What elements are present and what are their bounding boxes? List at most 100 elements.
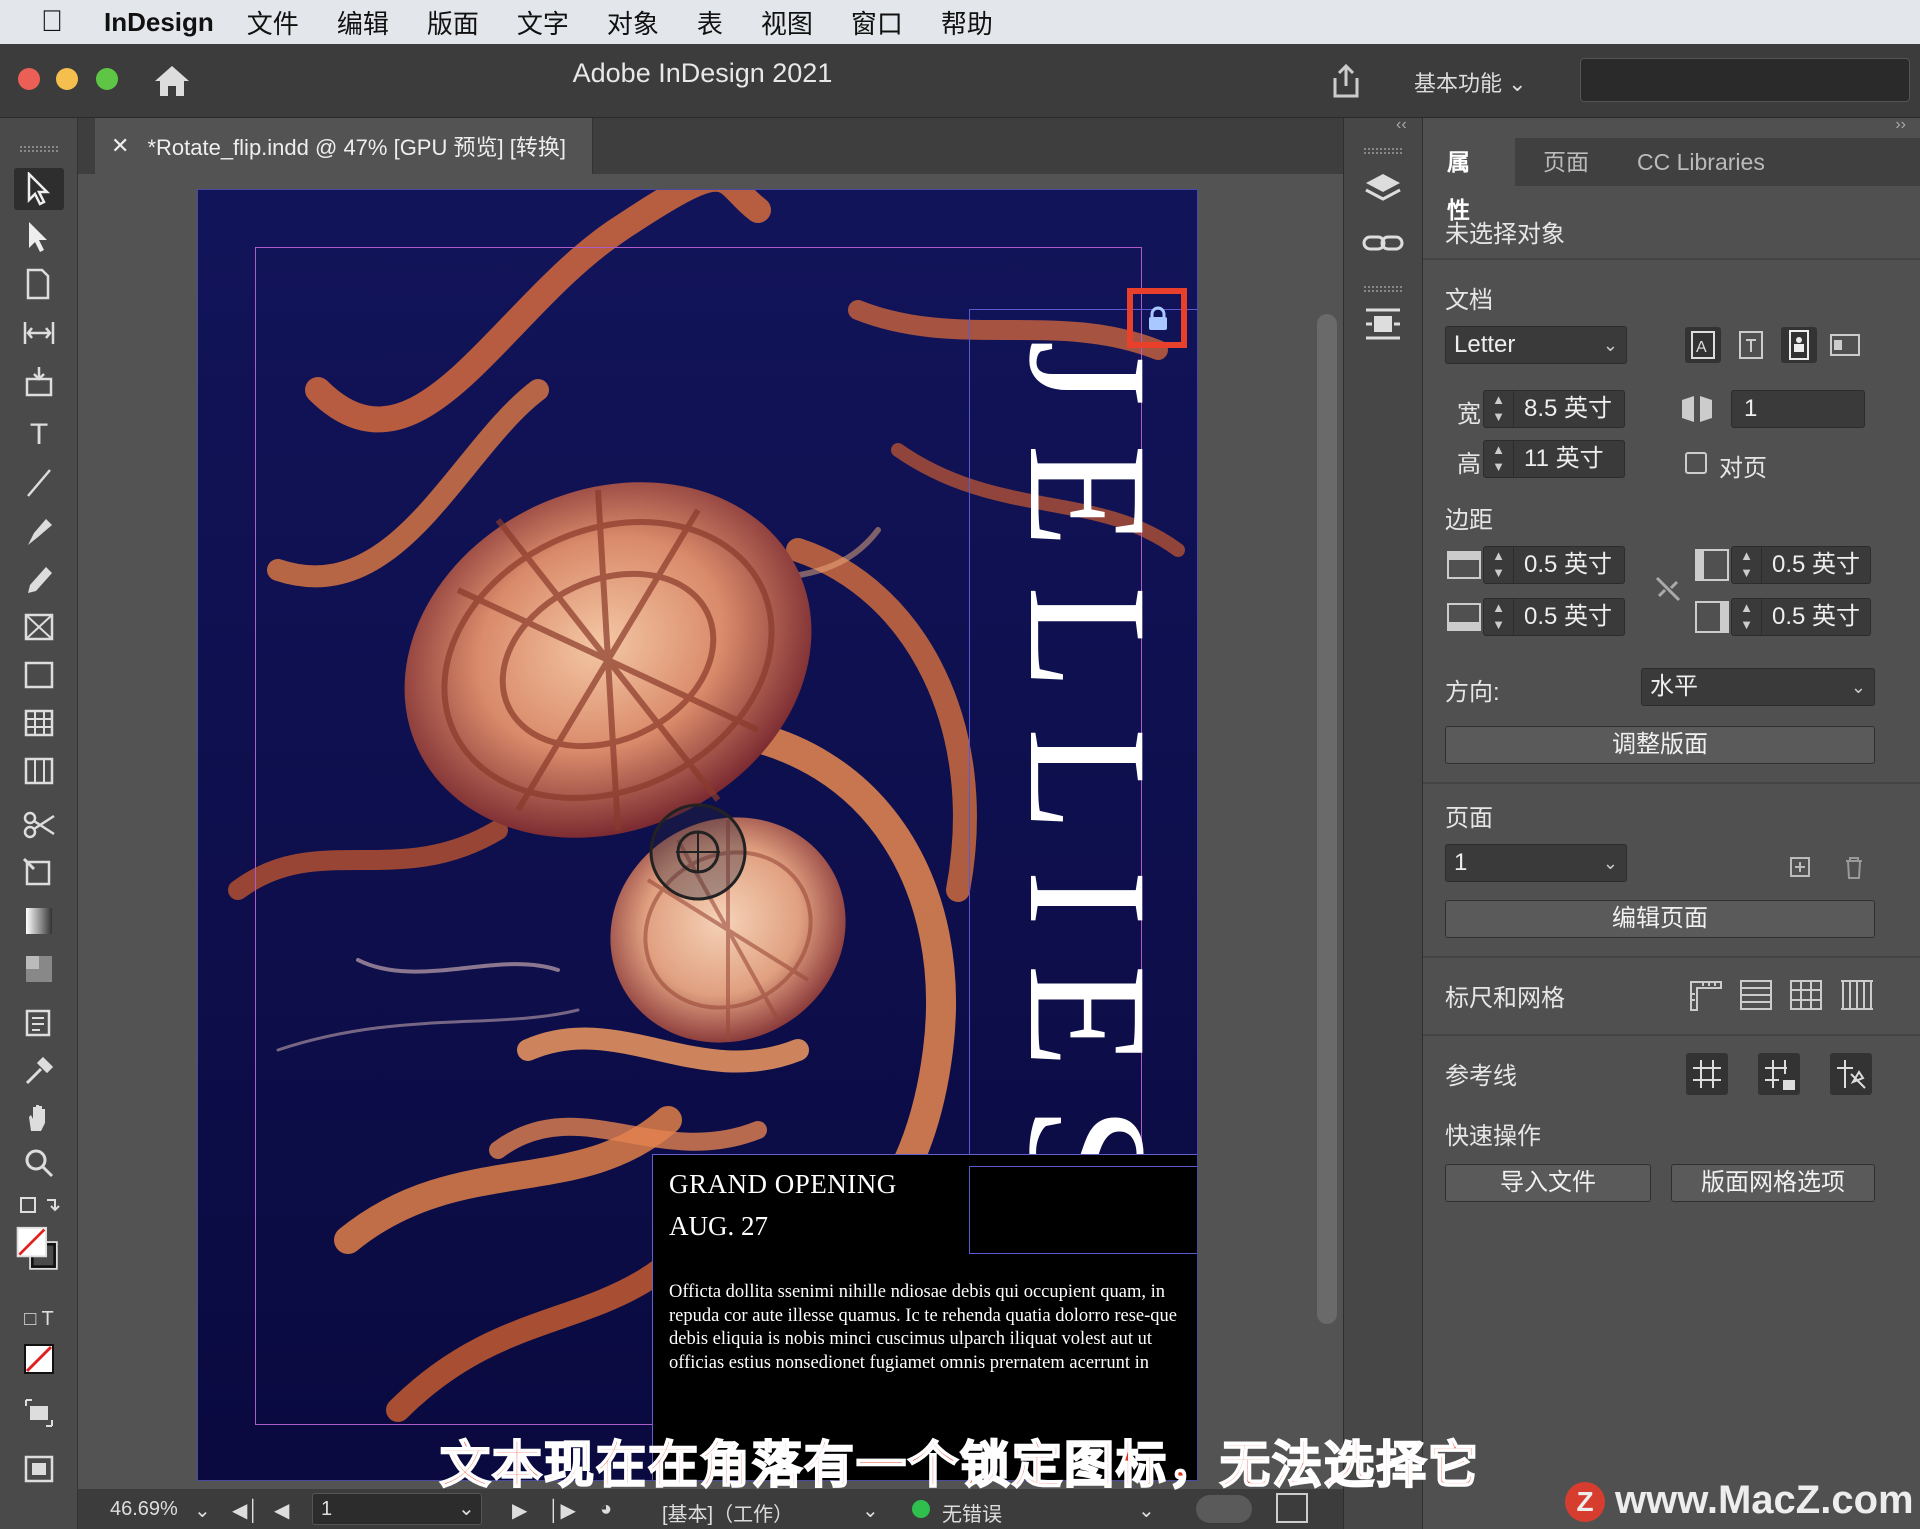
pen-tool-icon[interactable] bbox=[14, 510, 64, 552]
menu-edit[interactable]: 编辑 bbox=[337, 4, 389, 41]
line-tool-icon[interactable] bbox=[14, 462, 64, 504]
width-field[interactable]: ▲ ▼ 8.5 英寸 bbox=[1483, 390, 1625, 428]
smart-guides-icon[interactable] bbox=[1829, 1052, 1873, 1096]
orientation-dropdown[interactable]: 水平 ⌄ bbox=[1641, 668, 1875, 706]
adjust-layout-button[interactable]: 调整版面 bbox=[1445, 726, 1875, 764]
pencil-tool-icon[interactable] bbox=[14, 558, 64, 600]
text-wrap-icon[interactable] bbox=[1360, 304, 1406, 344]
pages-count-field[interactable]: 1 bbox=[1731, 390, 1865, 428]
margin-top-field[interactable]: ▲ ▼ 0.5 英寸 bbox=[1483, 546, 1625, 584]
margin-bottom-field[interactable]: ▲ ▼ 0.5 英寸 bbox=[1483, 598, 1625, 636]
last-page-icon[interactable]: │▶ bbox=[548, 1498, 576, 1523]
search-input[interactable] bbox=[1580, 58, 1910, 102]
menu-table[interactable]: 表 bbox=[697, 4, 723, 41]
layers-icon[interactable] bbox=[1360, 170, 1406, 210]
tab-properties[interactable]: 属性 bbox=[1423, 138, 1515, 223]
trash-icon[interactable] bbox=[1835, 848, 1873, 886]
document-canvas[interactable]: JELLIES GRAND OPENING AUG. 27 Officta do… bbox=[78, 174, 1343, 1489]
direct-selection-tool-icon[interactable] bbox=[14, 216, 64, 258]
document-grid-icon[interactable] bbox=[1787, 976, 1825, 1014]
menu-app-name[interactable]: InDesign bbox=[104, 7, 214, 38]
free-transform-tool-icon[interactable] bbox=[14, 852, 64, 894]
previous-page-icon[interactable]: ◀ bbox=[274, 1498, 289, 1523]
vertical-scrollbar[interactable] bbox=[1314, 314, 1340, 1324]
rectangle-frame-tool-icon[interactable] bbox=[14, 606, 64, 648]
link-margins-icon[interactable] bbox=[1649, 570, 1687, 608]
scissors-tool-icon[interactable] bbox=[14, 804, 64, 846]
workspace-switcher[interactable]: 基本功能 ⌄ bbox=[1414, 66, 1527, 98]
menu-help[interactable]: 帮助 bbox=[941, 4, 993, 41]
preflight-icon[interactable]: ◕ bbox=[600, 1498, 612, 1521]
import-file-button[interactable]: 导入文件 bbox=[1445, 1164, 1651, 1202]
show-guides-icon[interactable] bbox=[1685, 1052, 1729, 1096]
page-number-field[interactable]: 1 ⌄ bbox=[312, 1493, 482, 1525]
share-icon[interactable] bbox=[1327, 62, 1365, 100]
table-tool-icon[interactable] bbox=[14, 702, 64, 744]
lock-icon[interactable] bbox=[1146, 306, 1170, 332]
formatting-container-icon[interactable]: □ T bbox=[14, 1298, 64, 1340]
document-page[interactable]: JELLIES GRAND OPENING AUG. 27 Officta do… bbox=[197, 189, 1198, 1481]
page-tool-icon[interactable] bbox=[14, 264, 64, 306]
close-window-button[interactable] bbox=[18, 68, 40, 90]
gradient-feather-tool-icon[interactable] bbox=[14, 948, 64, 990]
next-page-icon[interactable]: ▶ bbox=[512, 1498, 527, 1523]
note-tool-icon[interactable] bbox=[14, 1002, 64, 1044]
selection-tool-icon[interactable] bbox=[14, 168, 64, 210]
collapse-panel-icon[interactable]: ‹‹ bbox=[1396, 116, 1407, 134]
content-collector-icon[interactable] bbox=[14, 360, 64, 402]
ruler-icon[interactable] bbox=[1687, 976, 1725, 1014]
stepper-icon[interactable]: ▲ ▼ bbox=[1484, 599, 1514, 635]
current-page-dropdown[interactable]: 1 ⌄ bbox=[1445, 844, 1627, 882]
document-tab[interactable]: ✕ *Rotate_flip.indd @ 47% [GPU 预览] [转换] bbox=[95, 118, 593, 174]
minimize-window-button[interactable] bbox=[56, 68, 78, 90]
gap-tool-icon[interactable] bbox=[14, 312, 64, 354]
gradient-swatch-tool-icon[interactable] bbox=[14, 900, 64, 942]
close-tab-icon[interactable]: ✕ bbox=[111, 133, 129, 159]
apply-none-icon[interactable] bbox=[14, 1338, 64, 1380]
layout-grid-icon[interactable] bbox=[1837, 976, 1875, 1014]
add-page-icon[interactable] bbox=[1781, 848, 1819, 886]
stepper-icon[interactable]: ▲ ▼ bbox=[1484, 441, 1514, 477]
profile-dropdown-icon[interactable]: ⌄ bbox=[862, 1498, 879, 1523]
menu-window[interactable]: 窗口 bbox=[851, 4, 903, 41]
preflight-profile[interactable]: [基本]（工作） bbox=[662, 1498, 793, 1527]
links-icon[interactable] bbox=[1360, 224, 1406, 264]
chevron-down-icon[interactable]: ⌄ bbox=[458, 1496, 475, 1521]
split-view-icon[interactable] bbox=[1276, 1493, 1308, 1523]
menu-layout[interactable]: 版面 bbox=[427, 4, 479, 41]
lock-guides-icon[interactable] bbox=[1757, 1052, 1801, 1096]
stepper-icon[interactable]: ▲ ▼ bbox=[1484, 391, 1514, 427]
landscape-orientation-icon[interactable] bbox=[1826, 326, 1864, 364]
expand-panel-icon[interactable]: ›› bbox=[1895, 116, 1906, 134]
menu-view[interactable]: 视图 bbox=[761, 4, 813, 41]
grid-tool-icon[interactable] bbox=[14, 750, 64, 792]
facing-pages-checkbox[interactable] bbox=[1685, 452, 1707, 474]
toggle-switch[interactable] bbox=[1196, 1495, 1252, 1523]
reference-point-icon[interactable] bbox=[646, 800, 750, 904]
stepper-icon[interactable]: ▲ ▼ bbox=[1732, 547, 1762, 583]
panel-grip[interactable] bbox=[1364, 148, 1402, 154]
height-field[interactable]: ▲ ▼ 11 英寸 bbox=[1483, 440, 1625, 478]
rectangle-tool-icon[interactable] bbox=[14, 654, 64, 696]
apple-icon[interactable]:  bbox=[22, 5, 82, 39]
menu-object[interactable]: 对象 bbox=[607, 4, 659, 41]
stepper-icon[interactable]: ▲ ▼ bbox=[1732, 599, 1762, 635]
fill-stroke-swatch[interactable] bbox=[14, 1218, 64, 1284]
tab-pages[interactable]: 页面 bbox=[1519, 138, 1613, 186]
zoom-level[interactable]: 46.69% bbox=[110, 1498, 178, 1521]
portrait-orientation-icon[interactable] bbox=[1780, 326, 1818, 364]
home-icon[interactable] bbox=[152, 62, 192, 100]
stepper-icon[interactable]: ▲ ▼ bbox=[1484, 547, 1514, 583]
intent-digital-icon[interactable] bbox=[1732, 326, 1770, 364]
panel-grip[interactable] bbox=[20, 146, 58, 152]
type-tool-icon[interactable]: T bbox=[14, 414, 64, 456]
menu-file[interactable]: 文件 bbox=[247, 4, 299, 41]
intent-print-icon[interactable]: A bbox=[1684, 326, 1722, 364]
margin-left-field[interactable]: ▲ ▼ 0.5 英寸 bbox=[1731, 546, 1871, 584]
zoom-window-button[interactable] bbox=[96, 68, 118, 90]
layout-grid-options-button[interactable]: 版面网格选项 bbox=[1671, 1164, 1875, 1202]
zoom-tool-icon[interactable] bbox=[14, 1142, 64, 1184]
menu-type[interactable]: 文字 bbox=[517, 4, 569, 41]
panel-grip[interactable] bbox=[1364, 286, 1402, 292]
margin-right-field[interactable]: ▲ ▼ 0.5 英寸 bbox=[1731, 598, 1871, 636]
